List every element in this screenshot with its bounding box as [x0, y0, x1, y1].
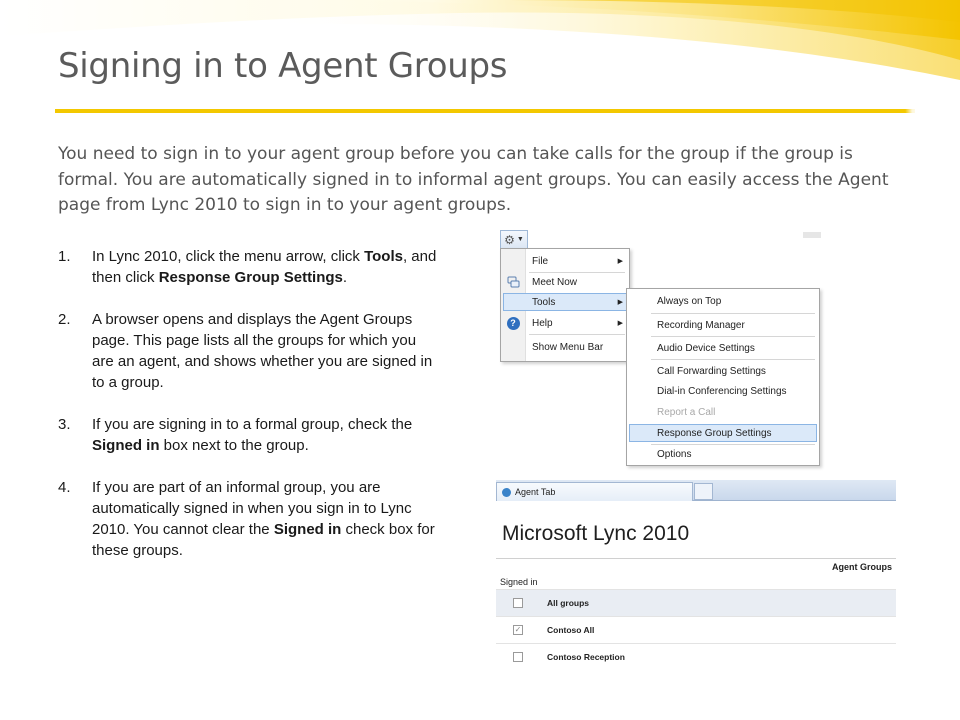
- menu-item-file[interactable]: File ▶: [501, 251, 629, 271]
- step-number: 2.: [58, 311, 71, 328]
- group-name: Contoso All: [547, 625, 595, 635]
- step-4: 4. If you are part of an informal group,…: [58, 477, 438, 561]
- tab-label: Agent Tab: [515, 487, 556, 497]
- menu-item-tools[interactable]: Tools ▶: [501, 292, 629, 312]
- submenu-item-response-group-settings[interactable]: Response Group Settings: [627, 423, 819, 443]
- slide-title: Signing in to Agent Groups: [58, 46, 508, 86]
- signed-in-checkbox[interactable]: [513, 652, 523, 662]
- gear-icon: ⚙: [504, 232, 515, 247]
- help-icon: ?: [506, 316, 520, 330]
- step-text: In Lync 2010, click the menu arrow, clic…: [92, 248, 437, 286]
- agent-tab[interactable]: Agent Tab: [496, 482, 693, 501]
- step-1: 1. In Lync 2010, click the menu arrow, c…: [58, 246, 438, 288]
- group-name: All groups: [547, 598, 590, 608]
- section-header: Agent Groups: [832, 562, 892, 572]
- submenu-item[interactable]: Call Forwarding Settings: [627, 361, 819, 381]
- table-row: Contoso Reception: [496, 643, 896, 670]
- signed-in-checkbox: ✓: [513, 625, 523, 635]
- column-header-signed-in: Signed in: [500, 577, 538, 587]
- menu-item-help[interactable]: ? Help ▶: [501, 313, 629, 333]
- agent-groups-screenshot: Agent Tab Microsoft Lync 2010 Agent Grou…: [496, 480, 896, 670]
- signed-in-checkbox[interactable]: [513, 598, 523, 608]
- browser-icon: [502, 487, 511, 497]
- step-number: 4.: [58, 479, 71, 496]
- meet-now-icon: [506, 275, 520, 289]
- table-row: All groups: [496, 589, 896, 616]
- submenu-item[interactable]: Always on Top: [627, 291, 819, 311]
- chevron-down-icon: ▼: [516, 236, 524, 243]
- new-tab-button[interactable]: [694, 483, 713, 500]
- intro-paragraph: You need to sign in to your agent group …: [58, 144, 889, 215]
- submenu-item[interactable]: Options: [627, 444, 819, 464]
- app-title: Microsoft Lync 2010: [502, 522, 690, 545]
- submenu-item-disabled: Report a Call: [657, 406, 716, 418]
- step-number: 3.: [58, 416, 71, 433]
- submenu-arrow-icon: ▶: [617, 320, 623, 327]
- tools-submenu: Always on Top Recording Manager Audio De…: [626, 288, 820, 466]
- submenu-item[interactable]: Recording Manager: [627, 315, 819, 335]
- menu-item-meet-now[interactable]: Meet Now: [501, 272, 629, 292]
- step-text: If you are part of an informal group, yo…: [92, 479, 435, 559]
- underline-glow: [905, 101, 937, 121]
- title-underline: [55, 109, 915, 113]
- step-text: A browser opens and displays the Agent G…: [92, 311, 433, 391]
- submenu-arrow-icon: ▶: [617, 258, 623, 265]
- menu-item-show-menu-bar[interactable]: Show Menu Bar: [501, 337, 629, 357]
- main-menu: File ▶ Meet Now Tools ▶ ? Help ▶ Show Me…: [500, 248, 630, 362]
- table-row: ✓ Contoso All: [496, 616, 896, 643]
- options-menu-button[interactable]: ⚙ ▼: [500, 230, 528, 249]
- browser-tab-bar: Agent Tab: [496, 480, 896, 501]
- window-control: [803, 232, 821, 238]
- submenu-arrow-icon: ▶: [617, 299, 623, 306]
- step-text: If you are signing in to a formal group,…: [92, 416, 413, 454]
- step-3: 3. If you are signing in to a formal gro…: [58, 414, 438, 456]
- step-2: 2. A browser opens and displays the Agen…: [58, 309, 438, 393]
- steps-list: 1. In Lync 2010, click the menu arrow, c…: [58, 246, 438, 582]
- group-name: Contoso Reception: [547, 652, 625, 662]
- lync-menu-screenshot: ⚙ ▼ File ▶ Meet Now Tools ▶ ? Help ▶ Sho…: [498, 228, 828, 468]
- submenu-item[interactable]: Dial-in Conferencing Settings: [627, 381, 819, 401]
- submenu-item[interactable]: Audio Device Settings: [627, 338, 819, 358]
- step-number: 1.: [58, 248, 71, 265]
